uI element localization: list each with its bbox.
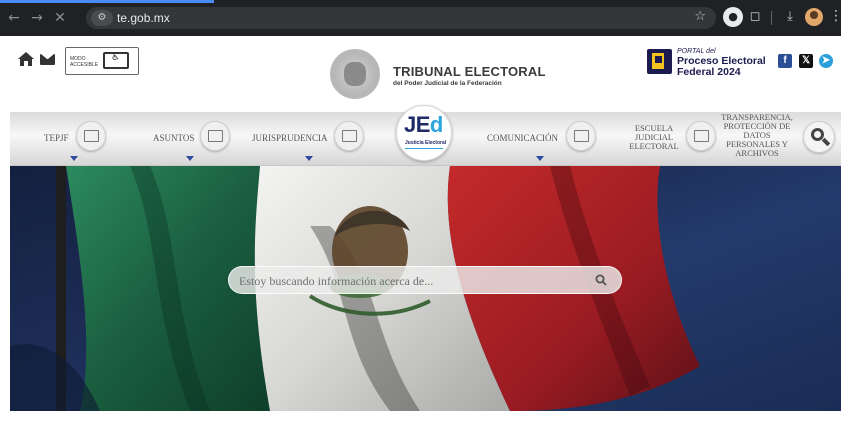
site-title[interactable]: TRIBUNAL ELECTORAL (393, 64, 546, 79)
site-search-button[interactable] (803, 121, 835, 153)
profile-avatar[interactable] (805, 8, 823, 26)
nav-item-jurisprudencia[interactable]: JURISPRUDENCIA (250, 112, 380, 166)
eagle-emblem-icon (344, 62, 366, 86)
site-subtitle: del Poder Judicial de la Federación (393, 80, 502, 87)
nav-item-escuela-judicial[interactable]: ESCUELA JUDICIAL ELECTORAL (622, 112, 722, 166)
national-seal-logo[interactable] (330, 49, 380, 99)
close-icon[interactable]: ✕ (50, 8, 70, 28)
nav-item-comunicacion[interactable]: COMUNICACIÓN (480, 112, 600, 166)
mail-icon[interactable] (40, 54, 55, 65)
chevron-down-icon (536, 156, 544, 161)
web-page: MODO ACCESIBLE TRIBUNAL ELECTORAL del Po… (10, 36, 841, 423)
search-icon[interactable] (595, 274, 607, 286)
bookmark-star-icon[interactable]: ☆ (694, 9, 706, 24)
nav-label-transp-5: ARCHIVOS (735, 148, 779, 158)
jed-logo-text: JEd (404, 112, 443, 137)
home-icon[interactable] (17, 51, 35, 67)
chevron-down-icon (186, 156, 194, 161)
accessible-mode-button[interactable]: MODO ACCESIBLE (65, 47, 139, 75)
chevron-down-icon (70, 156, 78, 161)
x-twitter-icon[interactable]: 𝕏 (799, 54, 813, 68)
document-icon (200, 121, 230, 151)
nav-item-tepjf[interactable]: TEPJF (10, 112, 120, 166)
forward-icon[interactable]: → (27, 8, 47, 28)
chevron-down-icon (305, 156, 313, 161)
nav-label-comunicacion: COMUNICACIÓN (487, 133, 559, 143)
nav-label-jurisprudencia: JURISPRUDENCIA (252, 133, 328, 143)
site-info-icon[interactable]: ⚙ (91, 10, 113, 26)
more-menu-icon[interactable]: ⋮ (829, 8, 841, 24)
portal-title-line2[interactable]: Federal 2024 (677, 66, 741, 78)
telegram-icon[interactable]: ➤ (819, 54, 833, 68)
nav-label-escuela-3: ELECTORAL (629, 141, 679, 151)
school-logo-icon (686, 121, 716, 151)
toolbar-divider (771, 11, 772, 25)
extensions-puzzle-icon[interactable]: ◻ (745, 7, 765, 27)
nav-item-transparencia[interactable]: TRANSPARENCIA, PROTECCIÓN DE DATOS PERSO… (715, 112, 801, 166)
jed-logo-button[interactable]: JEd Justicia Electoral (396, 105, 452, 161)
browser-toolbar: ← → ✕ ⚙ te.gob.mx ☆ ● ◻ ⤓ ⋮ (0, 0, 841, 36)
address-url[interactable]: te.gob.mx (117, 10, 170, 26)
nav-label-asuntos: ASUNTOS (153, 133, 195, 143)
accessible-mode-label: MODO ACCESIBLE (70, 56, 99, 68)
jed-logo-underline (405, 148, 443, 149)
jed-logo-subtitle: Justicia Electoral (405, 140, 447, 146)
portal-electoral-logo[interactable] (647, 49, 672, 74)
accessibility-monitor-icon (103, 52, 129, 69)
page-content-start (10, 411, 841, 423)
nav-label-tepjf: TEPJF (44, 133, 69, 143)
hero-search-input[interactable] (239, 272, 579, 290)
institution-icon (76, 121, 106, 151)
download-icon[interactable]: ⤓ (780, 7, 800, 27)
facebook-icon[interactable]: f (778, 54, 792, 68)
browser-window-icon (334, 121, 364, 151)
portal-small-label: PORTAL del (677, 48, 716, 55)
site-header: MODO ACCESIBLE TRIBUNAL ELECTORAL del Po… (10, 36, 841, 112)
hero-search-box[interactable] (228, 266, 622, 294)
page-load-progress (0, 0, 214, 3)
notepad-icon (566, 121, 596, 151)
back-icon[interactable]: ← (4, 8, 24, 28)
hero-banner (10, 166, 841, 411)
extension-icon[interactable]: ● (723, 7, 743, 27)
nav-item-asuntos[interactable]: ASUNTOS (140, 112, 250, 166)
address-bar[interactable]: ⚙ te.gob.mx ☆ (86, 7, 716, 29)
